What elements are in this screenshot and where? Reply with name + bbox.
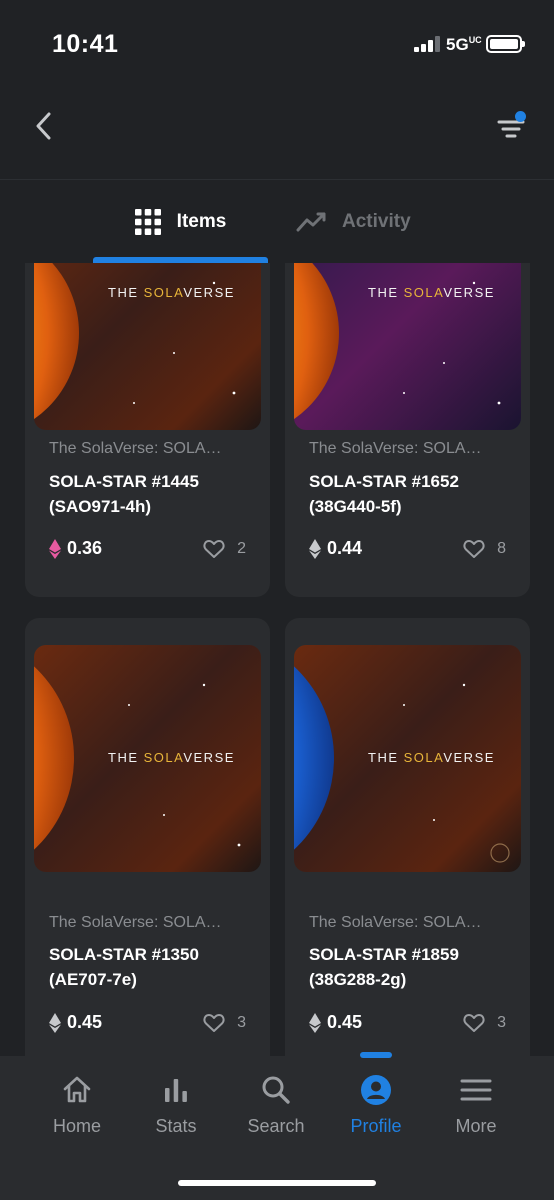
- tab-bar: Items Activity: [0, 181, 554, 263]
- tab-activity[interactable]: Activity: [296, 181, 456, 263]
- network-label: 5GUC: [446, 35, 482, 54]
- art-text-post: VERSE: [443, 285, 495, 300]
- top-bar: [0, 82, 554, 180]
- nft-card[interactable]: THE SOLAVERSE The SolaVerse: SOLA… SOLA-…: [25, 618, 270, 1056]
- price-row: 0.36 2: [49, 538, 246, 559]
- svg-text:THE SOLAVERSE: THE SOLAVERSE: [368, 285, 495, 300]
- heart-icon: [203, 539, 225, 558]
- tab-items[interactable]: Items: [93, 181, 268, 263]
- signal-icon: [414, 36, 442, 52]
- art-text-mid: SOLA: [144, 285, 184, 300]
- nav-active-indicator: [360, 1052, 392, 1058]
- nav-profile[interactable]: Profile: [326, 1074, 426, 1137]
- chevron-left-icon: [36, 112, 51, 140]
- nav-more-label: More: [455, 1116, 497, 1136]
- svg-text:THE SOLAVERSE: THE SOLAVERSE: [368, 750, 495, 765]
- stats-icon: [165, 1079, 187, 1102]
- nav-profile-label: Profile: [350, 1116, 402, 1136]
- profile-icon: [361, 1075, 391, 1105]
- nav-home-label: Home: [52, 1116, 101, 1136]
- nft-image: THE SOLAVERSE: [294, 263, 521, 430]
- price-value: 0.45: [67, 1012, 103, 1032]
- status-time: 10:41: [52, 30, 119, 58]
- eth-icon: [309, 538, 321, 559]
- tab-items-label: Items: [176, 211, 227, 232]
- nft-image: THE SOLAVERSE: [34, 645, 261, 872]
- svg-text:THE SOLAVERSE: THE SOLAVERSE: [108, 750, 235, 765]
- art-text-pre: THE: [368, 750, 404, 765]
- nft-card[interactable]: THE SOLAVERSE The SolaVerse: SOLA… SOLA-…: [25, 263, 270, 597]
- bottom-nav: Home Stats Search Profile More: [0, 1052, 554, 1200]
- tab-activity-label: Activity: [342, 211, 411, 232]
- nav-stats-label: Stats: [155, 1116, 197, 1136]
- art-text-post: VERSE: [183, 285, 235, 300]
- art-text-pre: THE: [108, 285, 144, 300]
- favorite-button[interactable]: 3: [463, 1013, 506, 1033]
- grid-icon: [134, 209, 161, 235]
- filter-icon: [497, 120, 525, 138]
- art-text-pre: THE: [368, 285, 404, 300]
- price: 0.44: [309, 538, 362, 559]
- price-value: 0.45: [327, 1012, 363, 1032]
- home-indicator: [178, 1180, 376, 1186]
- likes-count: 3: [237, 1013, 246, 1031]
- heart-icon: [463, 539, 485, 558]
- nft-image: THE SOLAVERSE: [294, 645, 521, 872]
- filter-button[interactable]: [492, 108, 532, 148]
- home-icon: [63, 1076, 91, 1103]
- favorite-button[interactable]: 8: [463, 539, 506, 559]
- favorite-button[interactable]: 3: [203, 1013, 246, 1033]
- art-text-pre: THE: [108, 750, 144, 765]
- eth-icon: [49, 1012, 61, 1033]
- polygon-eth-icon: [49, 538, 61, 559]
- collection-name: The SolaVerse: SOLA…: [309, 440, 482, 457]
- nft-name: SOLA-STAR #1652 (38G440-5f): [309, 472, 459, 516]
- nft-card[interactable]: THE SOLAVERSE The SolaVerse: SOLA… SOLA-…: [285, 263, 530, 597]
- price-value: 0.44: [327, 538, 363, 558]
- svg-text:THE SOLAVERSE: THE SOLAVERSE: [108, 285, 235, 300]
- activity-icon: [296, 212, 326, 232]
- nft-name: SOLA-STAR #1445 (SAO971-4h): [49, 472, 199, 516]
- nav-home[interactable]: Home: [27, 1074, 127, 1137]
- art-text-mid: SOLA: [404, 750, 444, 765]
- price: 0.36: [49, 538, 102, 559]
- likes-count: 3: [497, 1013, 506, 1031]
- nav-search-label: Search: [247, 1116, 305, 1136]
- search-icon: [262, 1076, 290, 1104]
- price: 0.45: [49, 1012, 102, 1033]
- art-text-post: VERSE: [183, 750, 235, 765]
- likes-count: 2: [237, 539, 246, 557]
- status-bar: 10:41 5GUC: [0, 0, 554, 82]
- price-row: 0.45 3: [309, 1012, 506, 1033]
- nft-name: SOLA-STAR #1859 (38G288-2g): [309, 945, 459, 989]
- art-text-post: VERSE: [443, 750, 495, 765]
- items-grid: THE SOLAVERSE The SolaVerse: SOLA… SOLA-…: [0, 263, 554, 1056]
- price: 0.45: [309, 1012, 362, 1033]
- filter-active-dot: [515, 111, 526, 122]
- likes-count: 8: [497, 539, 506, 557]
- nav-more[interactable]: More: [426, 1074, 526, 1137]
- network-sub-label: UC: [468, 35, 482, 45]
- collection-name: The SolaVerse: SOLA…: [49, 440, 222, 457]
- art-text-mid: SOLA: [144, 750, 184, 765]
- nav-stats[interactable]: Stats: [126, 1074, 226, 1137]
- nft-name: SOLA-STAR #1350 (AE707-7e): [49, 945, 199, 989]
- nft-card[interactable]: THE SOLAVERSE The SolaVerse: SOLA… SOLA-…: [285, 618, 530, 1056]
- price-row: 0.44 8: [309, 538, 506, 559]
- menu-icon: [460, 1079, 492, 1101]
- back-button[interactable]: [26, 108, 62, 144]
- nft-image: THE SOLAVERSE: [34, 263, 261, 430]
- battery-icon: [486, 35, 525, 53]
- art-text-mid: SOLA: [404, 285, 444, 300]
- favorite-button[interactable]: 2: [203, 539, 246, 559]
- eth-icon: [309, 1012, 321, 1033]
- price-row: 0.45 3: [49, 1012, 246, 1033]
- nav-search[interactable]: Search: [226, 1074, 326, 1137]
- collection-name: The SolaVerse: SOLA…: [49, 914, 222, 931]
- price-value: 0.36: [67, 538, 103, 558]
- collection-name: The SolaVerse: SOLA…: [309, 914, 482, 931]
- heart-icon: [203, 1013, 225, 1032]
- heart-icon: [463, 1013, 485, 1032]
